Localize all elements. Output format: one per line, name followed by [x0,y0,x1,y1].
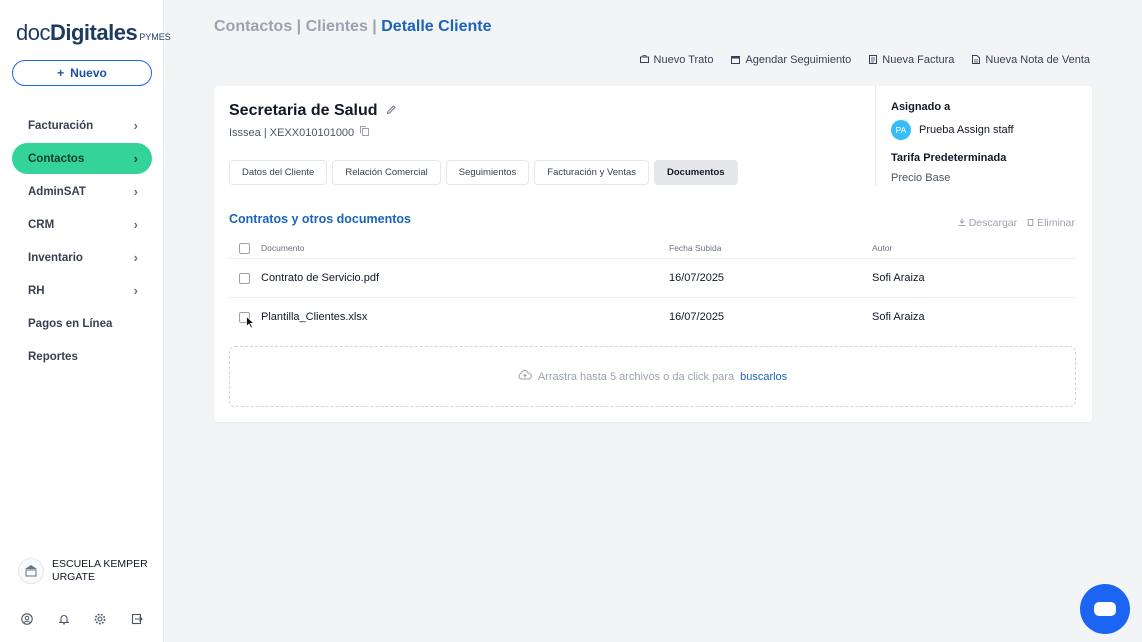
chevron-right-icon: › [133,283,138,298]
document-name[interactable]: Plantilla_Clientes.xlsx [261,311,669,323]
tariff-label: Tarifa Predeterminada [891,152,1007,164]
chevron-right-icon: › [133,151,138,166]
new-sales-note-button[interactable]: Nueva Nota de Venta [972,54,1090,66]
schedule-followup-button[interactable]: Agendar Seguimiento [731,54,851,66]
breadcrumb-current: Detalle Cliente [381,18,492,35]
sidebar-nav: Facturación › Contactos › AdminSAT › CRM › I… [12,110,152,374]
tab-bar: Datos del Cliente Relación Comercial Seg… [229,160,738,185]
new-button-label: Nuevo [70,66,107,80]
bell-icon[interactable] [57,612,71,626]
mouse-pointer-icon [246,315,256,332]
app-logo[interactable]: doc Digitales PYMES [16,20,171,46]
plus-icon: + [57,66,65,80]
action-bar: Nuevo Trato Agendar Seguimiento Nueva Fa… [639,54,1090,66]
avatar: PA [891,120,911,140]
column-header-author: Autor [872,243,893,253]
assignment-panel: Asignado a PA Prueba Assign staff Tarifa… [875,86,1092,186]
chevron-right-icon: › [133,118,138,133]
organization-name: ESCUELA KEMPER URGATE [52,558,148,583]
sidebar-item-facturacion[interactable]: Facturación › [12,110,152,141]
sidebar-footer [20,612,144,626]
client-detail-card: Secretaria de Salud Isssea | XEXX0101010… [214,86,1092,422]
author: Sofi Araiza [872,272,925,284]
note-icon [972,54,981,66]
row-checkbox[interactable] [239,272,250,284]
sidebar-item-adminsat[interactable]: AdminSAT › [12,176,152,207]
download-button[interactable]: Descargar [958,217,1017,229]
document-actions: Descargar Eliminar [958,217,1075,229]
breadcrumb-clientes[interactable]: Clientes [306,18,368,35]
sidebar-item-crm[interactable]: CRM › [12,209,152,240]
breadcrumb: Contactos | Clientes | Detalle Cliente [214,18,492,35]
sidebar: doc Digitales PYMES + Nuevo Facturación › C… [0,0,171,642]
calendar-icon [731,55,741,66]
logout-icon[interactable] [130,612,144,626]
author: Sofi Araiza [872,311,925,323]
column-header-date: Fecha Subida [669,243,722,253]
breadcrumb-contactos[interactable]: Contactos [214,18,292,35]
select-all-checkbox[interactable] [239,242,250,254]
document-name[interactable]: Contrato de Servicio.pdf [261,272,669,284]
copy-icon[interactable] [360,126,370,139]
client-subtitle: Isssea | XEXX010101000 [229,126,370,139]
chat-support-button[interactable] [1080,584,1130,634]
table-row[interactable]: Contrato de Servicio.pdf 16/07/2025 Sofi… [229,258,1076,297]
file-dropzone[interactable]: Arrastra hasta 5 archivos o da click par… [229,346,1076,407]
sidebar-item-inventario[interactable]: Inventario › [12,242,152,273]
new-deal-button[interactable]: Nuevo Trato [639,54,713,66]
cloud-upload-icon [518,370,532,383]
tab-documentos[interactable]: Documentos [654,160,738,185]
documents-table: Documento Fecha Subida Autor Contrato de… [229,238,1076,336]
documents-section-title: Contratos y otros documentos [229,212,411,226]
download-icon [958,217,969,229]
upload-date: 16/07/2025 [669,272,725,284]
browse-files-link[interactable]: buscarlos [740,371,787,383]
table-row[interactable]: Plantilla_Clientes.xlsx 16/07/2025 Sofi … [229,297,1076,336]
tab-facturacion-y-ventas[interactable]: Facturación y Ventas [534,160,650,185]
tab-datos-del-cliente[interactable]: Datos del Cliente [229,160,328,185]
chevron-right-icon: › [133,217,138,232]
tariff-value: Precio Base [891,172,951,184]
delete-button[interactable]: Eliminar [1027,217,1075,229]
new-button[interactable]: + Nuevo [12,60,152,86]
dropzone-text: Arrastra hasta 5 archivos o da click par… [537,370,735,383]
new-invoice-button[interactable]: Nueva Factura [869,54,954,66]
sidebar-item-rh[interactable]: RH › [12,275,152,306]
briefcase-icon [639,55,649,65]
column-header-document: Documento [261,243,305,253]
trash-icon [1027,217,1037,229]
chevron-right-icon: › [133,184,138,199]
gear-icon[interactable] [93,612,107,626]
sidebar-item-reportes[interactable]: Reportes [12,341,152,372]
upload-date: 16/07/2025 [669,311,725,323]
tab-relacion-comercial[interactable]: Relación Comercial [332,160,441,185]
invoice-icon [869,54,878,66]
school-logo-icon [18,558,44,584]
pencil-icon[interactable] [386,104,397,118]
tab-seguimientos[interactable]: Seguimientos [445,160,530,185]
organization-switcher[interactable]: ESCUELA KEMPER URGATE [18,558,152,584]
chevron-right-icon: › [133,250,138,265]
chat-icon [1094,602,1116,616]
sidebar-item-pagos-en-linea[interactable]: Pagos en Línea [12,308,152,339]
assigned-person[interactable]: PA Prueba Assign staff [891,120,1092,140]
table-header: Documento Fecha Subida Autor [229,238,1076,258]
sidebar-item-contactos[interactable]: Contactos › [12,143,152,174]
user-profile-icon[interactable] [20,612,34,626]
client-name: Secretaria de Salud [229,102,397,120]
assigned-label: Asignado a [891,101,951,113]
